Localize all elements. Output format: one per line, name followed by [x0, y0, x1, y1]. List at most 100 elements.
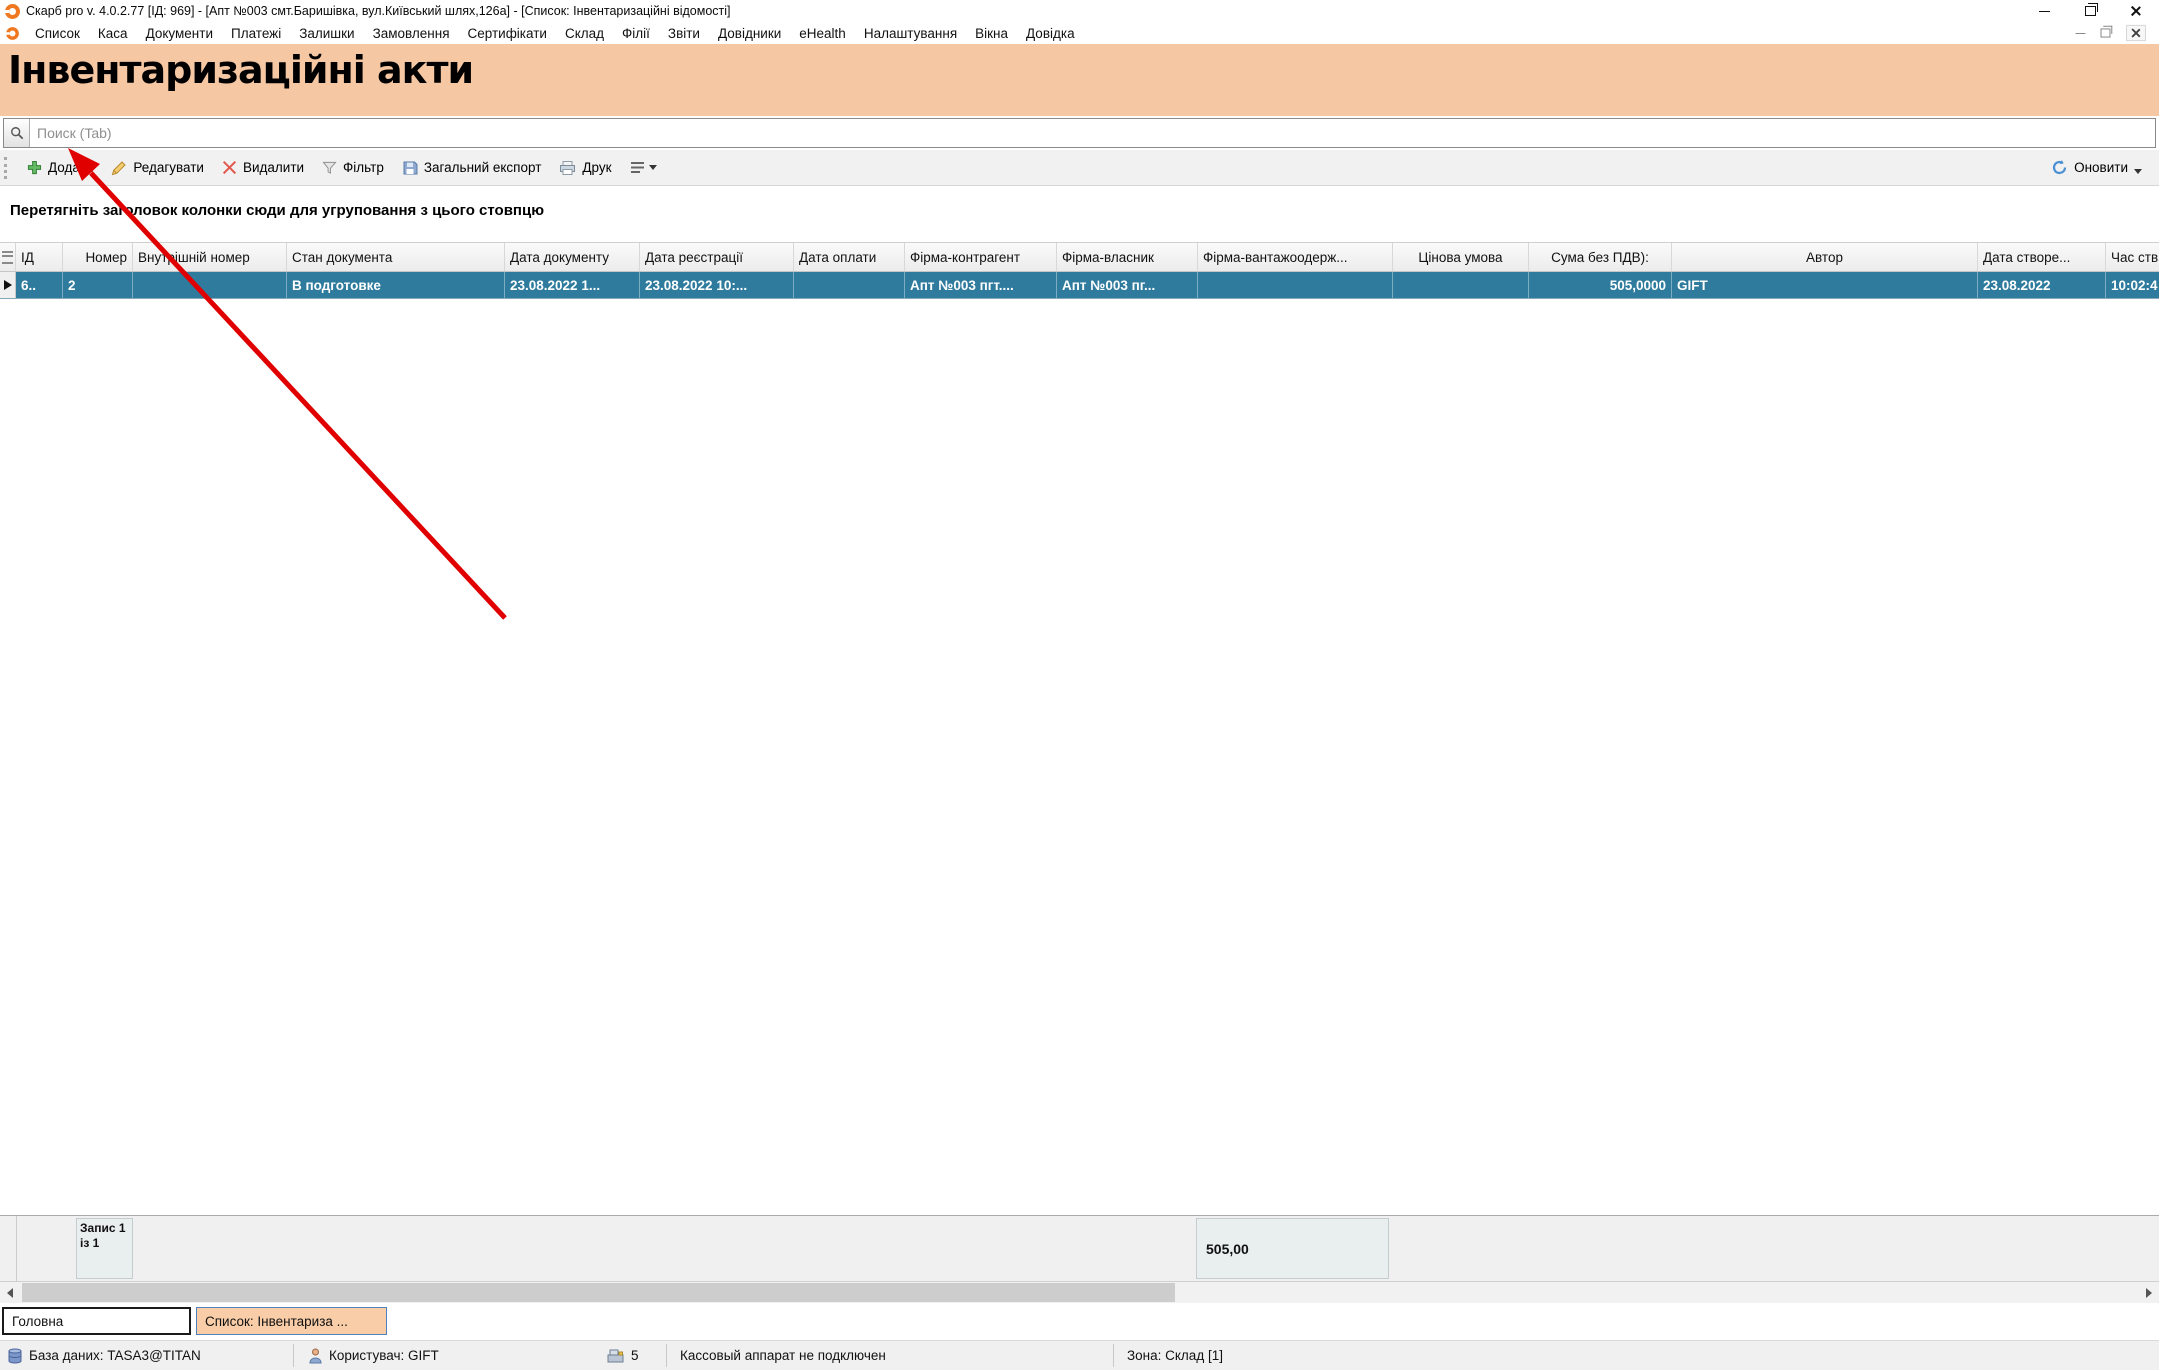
record-count-summary: Запис 1 із 1 — [76, 1218, 133, 1279]
cell-doc-state: В подготовке — [287, 272, 505, 298]
mdi-close-button[interactable] — [2126, 25, 2146, 41]
column-header-price-condition[interactable]: Цінова умова — [1393, 243, 1529, 271]
restore-button[interactable] — [2067, 0, 2113, 22]
tab-inventory-list[interactable]: Список: Інвентариза ... — [196, 1307, 387, 1335]
column-header-number[interactable]: Номер — [63, 243, 133, 271]
menu-sklad[interactable]: Склад — [556, 26, 613, 41]
cell-price-condition — [1393, 272, 1529, 298]
tab-main[interactable]: Головна — [2, 1307, 191, 1335]
menu-zamovlennia[interactable]: Замовлення — [364, 26, 459, 41]
export-button[interactable]: Загальний експорт — [393, 156, 551, 180]
plus-icon — [27, 160, 42, 175]
cell-created-date: 23.08.2022 — [1978, 272, 2106, 298]
refresh-caret-icon — [2134, 169, 2142, 174]
menu-kasa[interactable]: Каса — [89, 26, 137, 41]
cell-doc-date: 23.08.2022 1... — [505, 272, 640, 298]
cell-owner: Апт №003 пг... — [1057, 272, 1198, 298]
grid-summary-band: Запис 1 із 1 505,00 — [0, 1215, 2159, 1281]
close-icon — [2130, 5, 2142, 17]
statusbar-zone: Зона: Склад [1] — [1127, 1341, 1223, 1370]
menu-zalyshky[interactable]: Залишки — [290, 26, 363, 41]
printer-icon — [559, 160, 576, 176]
filter-button[interactable]: Фільтр — [313, 156, 393, 179]
statusbar-device-count: 5 — [607, 1341, 639, 1370]
statusbar-separator — [293, 1344, 294, 1367]
column-header-contragent[interactable]: Фірма-контрагент — [905, 243, 1057, 271]
column-header-id[interactable]: ІД — [16, 243, 63, 271]
app-window: Скарб pro v. 4.0.2.77 [ІД: 969] - [Апт №… — [0, 0, 2159, 1370]
mdi-close-icon — [2131, 28, 2142, 39]
delete-button[interactable]: Видалити — [213, 156, 313, 179]
column-header-doc-date[interactable]: Дата документу — [505, 243, 640, 271]
statusbar-database: База даних: TASA3@TITAN — [8, 1341, 201, 1370]
menu-sertyfikaty[interactable]: Сертифікати — [459, 26, 556, 41]
menu-dovidka[interactable]: Довідка — [1017, 26, 1084, 41]
scroll-right-button[interactable] — [2139, 1282, 2159, 1303]
column-header-created-time[interactable]: Час ств... — [2106, 243, 2159, 271]
column-header-doc-state[interactable]: Стан документа — [287, 243, 505, 271]
close-button[interactable] — [2113, 0, 2159, 22]
column-header-indicator — [0, 243, 16, 271]
menu-zvity[interactable]: Звіти — [659, 26, 709, 41]
grid-header-row: ІД Номер Внутрішній номер Стан документа… — [0, 242, 2159, 272]
cell-author: GIFT — [1672, 272, 1978, 298]
user-icon — [309, 1348, 322, 1364]
view-options-button[interactable] — [621, 157, 666, 178]
column-header-consignee[interactable]: Фірма-вантажоодерж... — [1198, 243, 1393, 271]
menu-ehealth[interactable]: eHealth — [790, 26, 855, 41]
menu-vikna[interactable]: Вікна — [966, 26, 1017, 41]
scroll-right-icon — [2146, 1288, 2152, 1298]
titlebar: Скарб pro v. 4.0.2.77 [ІД: 969] - [Апт №… — [0, 0, 2159, 22]
column-header-created-date[interactable]: Дата створе... — [1978, 243, 2106, 271]
cell-contragent: Апт №003 пгт.... — [905, 272, 1057, 298]
database-icon — [8, 1348, 22, 1364]
window-controls — [2021, 0, 2159, 22]
mdi-window-controls — [2075, 24, 2159, 42]
sum-total-summary: 505,00 — [1196, 1218, 1389, 1279]
print-button[interactable]: Друк — [550, 156, 620, 180]
menu-platezhi[interactable]: Платежі — [222, 26, 290, 41]
menu-nalashtuvannia[interactable]: Налаштування — [855, 26, 966, 41]
search-button[interactable] — [4, 119, 30, 147]
search-box — [3, 118, 2156, 148]
cell-internal-number — [133, 272, 287, 298]
column-header-pay-date[interactable]: Дата оплати — [794, 243, 905, 271]
group-by-panel: Перетягніть заголовок колонки сюди для у… — [0, 186, 2159, 242]
current-row-arrow-icon — [4, 280, 12, 290]
column-header-owner[interactable]: Фірма-власник — [1057, 243, 1198, 271]
refresh-icon — [2051, 159, 2068, 176]
refresh-button[interactable]: Оновити — [2042, 155, 2151, 180]
cell-pay-date — [794, 272, 905, 298]
list-icon — [630, 161, 645, 174]
grid-selected-row[interactable]: 6.. 2 В подготовке 23.08.2022 1... 23.08… — [0, 272, 2159, 299]
cell-id: 6.. — [16, 272, 63, 298]
minimize-button[interactable] — [2021, 0, 2067, 22]
search-row — [0, 116, 2159, 150]
search-input[interactable] — [30, 119, 2155, 147]
menubar: Список Каса Документи Платежі Залишки За… — [0, 22, 2159, 44]
current-row-marker — [0, 272, 16, 298]
column-header-sum[interactable]: Сума без ПДВ): — [1529, 243, 1672, 271]
cell-created-time: 10:02:4 — [2106, 272, 2159, 298]
toolbar-grip-icon — [4, 157, 10, 179]
app-logo-icon — [5, 4, 20, 19]
mdi-restore-button[interactable] — [2101, 29, 2111, 38]
cell-number: 2 — [63, 272, 133, 298]
toolbar: Додати Редагувати Видалити Фільтр — [0, 150, 2159, 186]
scroll-left-button[interactable] — [0, 1282, 20, 1303]
summary-indicator-cell — [0, 1216, 17, 1281]
column-header-reg-date[interactable]: Дата реєстрації — [640, 243, 794, 271]
search-icon — [10, 126, 24, 140]
menu-dokumenty[interactable]: Документи — [137, 26, 222, 41]
menu-filii[interactable]: Філії — [613, 26, 659, 41]
grid-grip-icon — [2, 251, 13, 264]
edit-button[interactable]: Редагувати — [102, 156, 213, 180]
column-header-internal-number[interactable]: Внутрішній номер — [133, 243, 287, 271]
scrollbar-thumb[interactable] — [22, 1283, 1175, 1302]
add-button[interactable]: Додати — [18, 156, 102, 179]
mdi-minimize-button[interactable] — [2076, 33, 2086, 34]
column-header-author[interactable]: Автор — [1672, 243, 1978, 271]
minimize-icon — [2039, 11, 2050, 12]
menu-dovidnyky[interactable]: Довідники — [709, 26, 790, 41]
menu-spisok[interactable]: Список — [26, 26, 89, 41]
